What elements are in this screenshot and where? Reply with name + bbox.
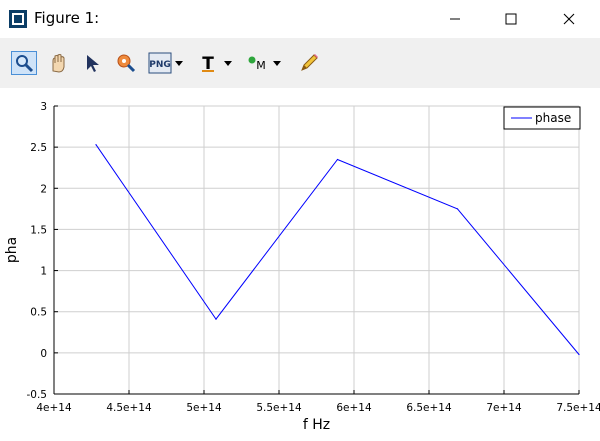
data-point bbox=[215, 318, 217, 320]
x-tick-label: 7.5e+14 bbox=[556, 402, 600, 414]
y-tick-label: 2 bbox=[40, 183, 47, 195]
app-icon bbox=[9, 10, 27, 28]
y-tick-label: 1 bbox=[40, 266, 47, 278]
png-label: PNG bbox=[149, 60, 171, 70]
text-tool-icon: T bbox=[202, 54, 232, 74]
x-tick-label: 7e+14 bbox=[486, 402, 522, 414]
text-tool-button[interactable]: T bbox=[197, 51, 237, 75]
line-chart: 4e+14 4.5e+14 5e+14 5.5e+14 6e+14 6.5e+14 7e+1… bbox=[4, 101, 600, 433]
maximize-button[interactable] bbox=[488, 0, 534, 38]
x-tick-label: 5.5e+14 bbox=[256, 402, 302, 414]
legend-label: phase bbox=[535, 111, 571, 125]
y-tick-label: 1.5 bbox=[30, 224, 47, 236]
data-point bbox=[456, 208, 459, 210]
data-point bbox=[336, 158, 339, 161]
y-tick-label: 0 bbox=[40, 348, 47, 360]
close-button[interactable] bbox=[546, 0, 592, 38]
y-tick-label: 2.5 bbox=[30, 142, 47, 154]
window-title: Figure 1: bbox=[34, 9, 100, 27]
figure-toolbar: PNG T M bbox=[0, 38, 600, 88]
y-tick-label: -0.5 bbox=[27, 389, 48, 401]
y-axis-label: pha bbox=[4, 237, 20, 263]
x-tick-label: 6e+14 bbox=[336, 402, 372, 414]
select-arrow-icon bbox=[87, 55, 99, 72]
x-tick-label: 5e+14 bbox=[186, 402, 222, 414]
rotate-tool-button[interactable] bbox=[113, 51, 139, 75]
marker-tool-icon: M bbox=[248, 56, 281, 72]
y-tick-label: 3 bbox=[40, 101, 47, 113]
x-tick-label: 6.5e+14 bbox=[406, 402, 452, 414]
data-point bbox=[95, 144, 97, 146]
maximize-icon bbox=[505, 13, 517, 25]
close-icon bbox=[563, 13, 575, 25]
rotate-icon bbox=[117, 54, 136, 73]
zoom-icon bbox=[16, 55, 34, 73]
png-export-icon: PNG bbox=[148, 52, 183, 74]
window-titlebar: Figure 1: bbox=[0, 0, 600, 38]
x-tick-label: 4e+14 bbox=[36, 402, 72, 414]
y-tick-label: 0.5 bbox=[30, 307, 47, 319]
pan-tool-button[interactable] bbox=[45, 51, 71, 75]
x-axis-label: f Hz bbox=[303, 417, 330, 433]
x-tick-label: 4.5e+14 bbox=[106, 402, 152, 414]
minimize-icon bbox=[450, 18, 460, 20]
plot-canvas[interactable]: 4e+14 4.5e+14 5e+14 5.5e+14 6e+14 6.5e+14 7e+1… bbox=[0, 88, 600, 437]
pencil-tool-button[interactable] bbox=[296, 51, 322, 75]
marker-tool-label: M bbox=[256, 59, 266, 72]
data-point bbox=[578, 353, 580, 356]
zoom-tool-button[interactable] bbox=[11, 51, 37, 75]
pencil-icon bbox=[301, 54, 318, 71]
select-tool-button[interactable] bbox=[80, 51, 106, 75]
series-line-phase bbox=[95, 144, 580, 355]
png-export-button[interactable]: PNG bbox=[148, 51, 188, 75]
minimize-button[interactable] bbox=[432, 0, 478, 38]
marker-tool-button[interactable]: M bbox=[246, 51, 286, 75]
pan-hand-icon bbox=[52, 54, 65, 73]
